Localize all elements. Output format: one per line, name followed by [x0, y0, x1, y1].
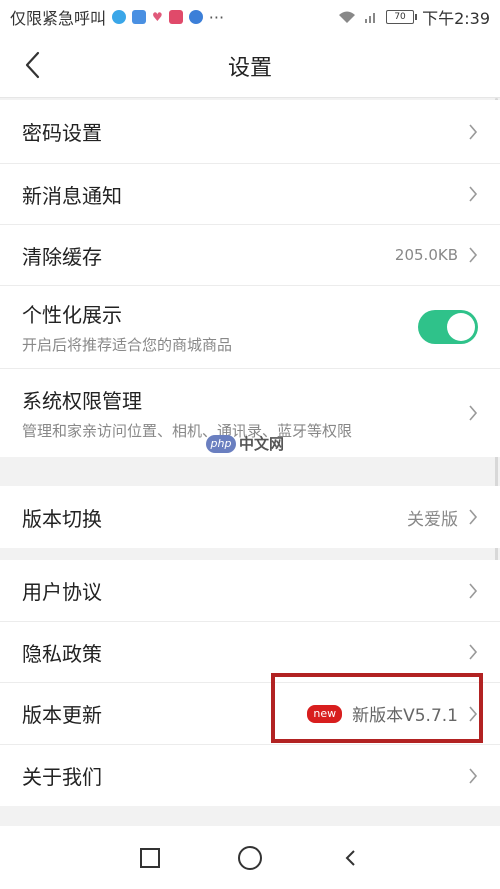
row-password-settings[interactable]: 密码设置 — [0, 100, 500, 164]
new-version-value: 新版本V5.7.1 — [352, 706, 458, 726]
signal-icon — [365, 13, 376, 23]
row-label: 版本更新 — [22, 703, 102, 727]
square-icon — [140, 847, 160, 868]
wifi-icon — [339, 11, 356, 23]
page-title: 设置 — [227, 55, 272, 81]
app-notification-icon — [112, 10, 127, 24]
chevron-right-icon — [468, 246, 478, 264]
status-left: 仅限紧急呼叫 ♥ ··· — [10, 5, 224, 29]
row-privacy-policy[interactable]: 隐私政策 — [0, 622, 500, 683]
app-notification-icon — [188, 10, 203, 24]
personalize-toggle[interactable] — [418, 310, 478, 344]
app-notification-icon — [168, 10, 183, 24]
watermark: php 中文网 — [206, 433, 284, 454]
more-notifications: ··· — [208, 7, 225, 27]
row-label: 系统权限管理 — [22, 389, 142, 413]
status-right: 70 下午2:39 — [338, 5, 490, 29]
chevron-right-icon — [468, 404, 478, 422]
new-badge: new — [307, 704, 343, 723]
header: 设置 — [0, 34, 500, 98]
back-nav-button[interactable] — [330, 838, 370, 878]
chevron-right-icon — [468, 767, 478, 785]
row-clear-cache[interactable]: 清除缓存 205.0KB — [0, 225, 500, 286]
row-about-us[interactable]: 关于我们 — [0, 745, 500, 806]
row-message-notification[interactable]: 新消息通知 — [0, 164, 500, 225]
heart-icon: ♥ — [152, 10, 163, 24]
chevron-left-icon — [25, 51, 40, 79]
chevron-right-icon — [468, 185, 478, 203]
row-personalized-display: 个性化展示 开启后将推荐适合您的商城商品 — [0, 286, 500, 369]
battery-level: 70 — [394, 12, 406, 22]
row-label: 个性化展示 — [22, 303, 122, 327]
navigation-bar — [0, 826, 500, 889]
settings-section-version-mode: 版本切换 关爱版 — [0, 486, 500, 548]
row-label: 清除缓存 — [22, 244, 102, 269]
row-label: 隐私政策 — [22, 641, 102, 666]
settings-section-about: 用户协议 隐私政策 版本更新 new 新版本V5.7.1 关于我们 — [0, 560, 500, 806]
status-bar: 仅限紧急呼叫 ♥ ··· 70 下午2:39 — [0, 0, 500, 34]
home-button[interactable] — [230, 838, 270, 878]
row-version-switch[interactable]: 版本切换 关爱版 — [0, 486, 500, 548]
app-notification-icon — [132, 10, 147, 24]
row-description: 开启后将推荐适合您的商城商品 — [22, 336, 233, 354]
battery-icon: 70 — [386, 10, 418, 24]
chevron-right-icon — [468, 123, 478, 141]
chevron-left-icon — [345, 849, 355, 866]
watermark-logo: php — [206, 434, 236, 453]
row-label: 关于我们 — [22, 765, 102, 789]
chevron-right-icon — [468, 643, 478, 661]
chevron-right-icon — [468, 582, 478, 600]
cache-size: 205.0KB — [394, 246, 458, 264]
watermark-text: 中文网 — [239, 435, 285, 453]
row-label: 版本切换 — [22, 506, 102, 531]
toggle-knob — [447, 313, 475, 341]
chevron-right-icon — [468, 705, 478, 723]
back-button[interactable] — [18, 48, 46, 82]
row-version-update[interactable]: 版本更新 new 新版本V5.7.1 — [0, 683, 500, 745]
row-user-agreement[interactable]: 用户协议 — [0, 560, 500, 622]
clock: 下午2:39 — [422, 9, 490, 28]
row-label: 新消息通知 — [22, 183, 122, 208]
chevron-right-icon — [468, 508, 478, 526]
version-mode-value: 关爱版 — [407, 509, 458, 530]
settings-section-general: 密码设置 新消息通知 清除缓存 205.0KB 个性化展示 开启后将推荐适合您的… — [0, 100, 500, 457]
row-description: 管理和家亲访问位置、相机、通讯录、蓝牙等权限 — [22, 422, 353, 440]
row-label: 用户协议 — [22, 580, 102, 604]
recent-apps-button[interactable] — [130, 838, 170, 878]
circle-icon — [238, 845, 262, 870]
row-label: 密码设置 — [22, 121, 102, 145]
carrier-text: 仅限紧急呼叫 — [10, 9, 107, 28]
